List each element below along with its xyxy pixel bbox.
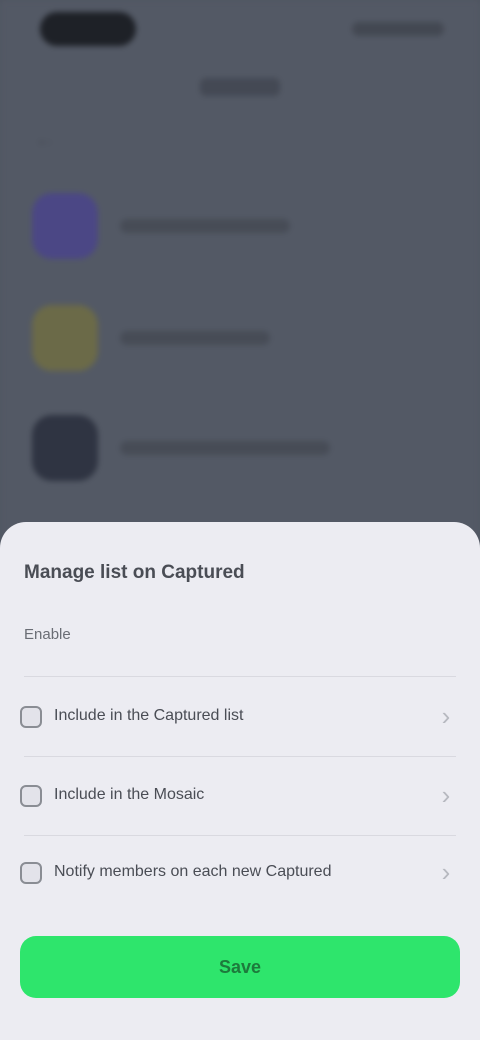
- bottom-sheet: Manage list on Captured Enable Include i…: [0, 522, 480, 1040]
- background-list-item: [32, 305, 452, 375]
- list-item-label: [120, 331, 270, 345]
- checkbox-icon[interactable]: [20, 785, 42, 807]
- option-notify-members[interactable]: Notify members on each new Captured ›: [18, 844, 462, 902]
- option-label: Include in the Captured list: [54, 707, 244, 724]
- chevron-right-icon: ›: [441, 780, 451, 810]
- list-item-label: [120, 219, 290, 233]
- sheet-subtitle: Enable: [24, 626, 71, 643]
- background-screen: ←: [0, 0, 480, 540]
- option-include-captured-list[interactable]: Include in the Captured list ›: [18, 688, 462, 746]
- avatar: [32, 415, 98, 481]
- background-list-item: [32, 193, 452, 263]
- option-include-mosaic[interactable]: Include in the Mosaic ›: [18, 767, 462, 825]
- background-list-item: [32, 415, 452, 485]
- list-item-label: [120, 441, 330, 455]
- status-icons: [352, 22, 444, 36]
- background-title: [200, 78, 280, 96]
- back-arrow-icon: ←: [34, 126, 56, 151]
- sheet-title: Manage list on Captured: [24, 562, 245, 583]
- divider: [24, 835, 456, 836]
- status-bar: [0, 0, 480, 60]
- avatar: [32, 193, 98, 259]
- chevron-right-icon: ›: [441, 857, 451, 887]
- save-button[interactable]: Save: [20, 936, 460, 998]
- divider: [24, 756, 456, 757]
- checkbox-icon[interactable]: [20, 862, 42, 884]
- status-time-pill: [40, 12, 136, 46]
- checkbox-icon[interactable]: [20, 706, 42, 728]
- divider: [24, 676, 456, 677]
- option-label: Notify members on each new Captured: [54, 863, 332, 880]
- avatar: [32, 305, 98, 371]
- chevron-right-icon: ›: [441, 701, 451, 731]
- option-label: Include in the Mosaic: [54, 786, 205, 803]
